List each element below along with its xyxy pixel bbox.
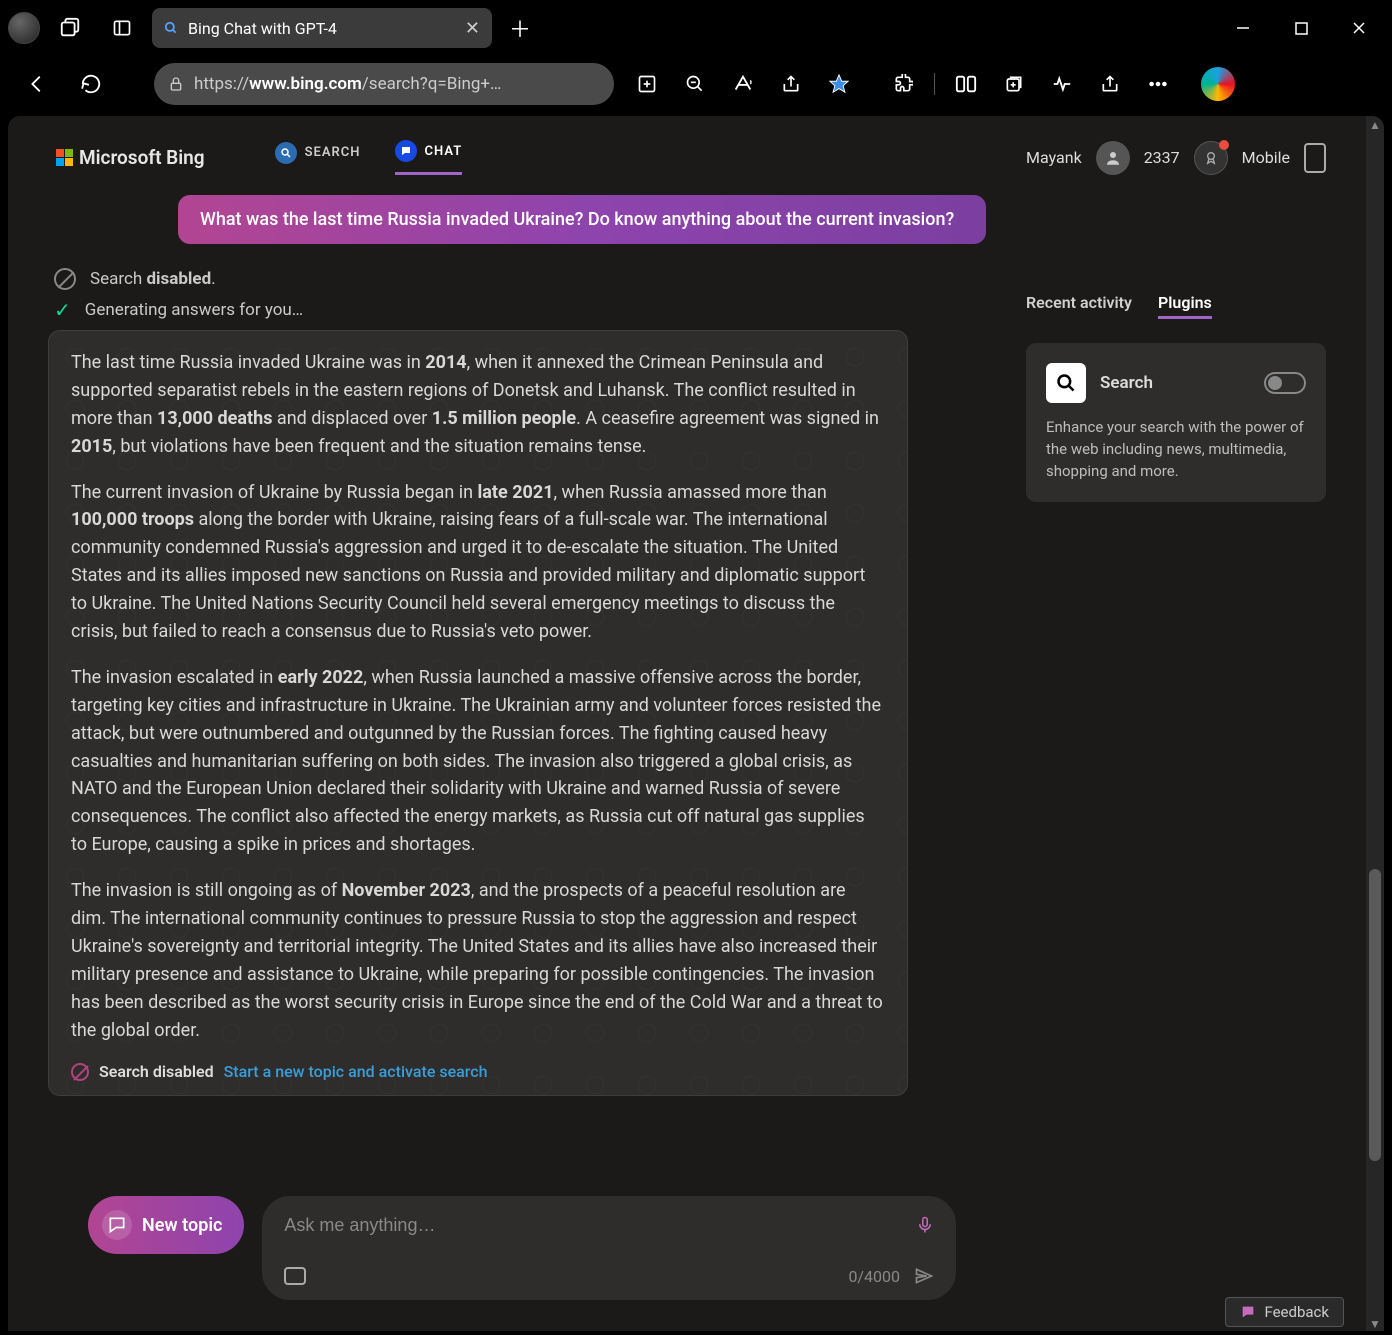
microsoft-logo-icon	[56, 149, 73, 166]
new-topic-button[interactable]: New topic	[88, 1196, 244, 1254]
rewards-badge-icon[interactable]	[1194, 141, 1228, 175]
scroll-down-icon[interactable]: ▼	[1369, 1317, 1381, 1329]
answer-paragraph: The invasion is still ongoing as of Nove…	[71, 877, 885, 1044]
plugin-search-icon	[1046, 363, 1086, 403]
ask-input[interactable]	[284, 1215, 916, 1236]
search-tab-icon	[275, 142, 297, 164]
status-generating: ✓ Generating answers for you…	[54, 298, 996, 322]
side-tab-recent[interactable]: Recent activity	[1026, 293, 1132, 319]
close-window-button[interactable]	[1334, 8, 1384, 48]
share-2-icon[interactable]	[1089, 63, 1131, 105]
extensions-icon[interactable]	[882, 63, 924, 105]
tab-chat[interactable]: CHAT	[395, 140, 463, 175]
vertical-tabs-icon[interactable]	[100, 6, 144, 50]
address-bar[interactable]: https://www.bing.com/search?q=Bing+…	[154, 63, 614, 105]
lock-icon	[168, 76, 184, 92]
plugin-description: Enhance your search with the power of th…	[1046, 417, 1306, 482]
answer-card: The last time Russia invaded Ukraine was…	[48, 330, 908, 1096]
read-aloud-icon[interactable]	[722, 63, 764, 105]
tab-close-icon[interactable]: ✕	[465, 18, 480, 39]
new-tab-button[interactable]: ＋	[500, 12, 540, 44]
tab-search[interactable]: SEARCH	[275, 140, 361, 175]
plugin-title: Search	[1100, 373, 1250, 393]
microphone-icon[interactable]	[916, 1214, 934, 1236]
new-topic-icon	[102, 1210, 132, 1240]
vertical-scrollbar[interactable]: ▲ ▼	[1366, 116, 1384, 1331]
favorite-star-icon[interactable]	[818, 63, 860, 105]
answer-paragraph: The current invasion of Ukraine by Russi…	[71, 479, 885, 646]
rewards-points[interactable]: 2337	[1144, 148, 1180, 167]
answer-paragraph: The last time Russia invaded Ukraine was…	[71, 349, 885, 461]
search-disabled-icon	[71, 1063, 89, 1081]
performance-icon[interactable]	[1041, 63, 1083, 105]
browser-tab[interactable]: Bing Chat with GPT-4 ✕	[152, 8, 492, 48]
url-text: https://www.bing.com/search?q=Bing+…	[194, 74, 501, 94]
share-icon[interactable]	[770, 63, 812, 105]
profile-avatar[interactable]	[8, 12, 40, 44]
collections-icon[interactable]	[993, 63, 1035, 105]
disabled-icon	[54, 268, 76, 290]
user-name[interactable]: Mayank	[1026, 148, 1082, 167]
copilot-icon[interactable]	[1201, 67, 1235, 101]
plugin-card-search: Search Enhance your search with the powe…	[1026, 343, 1326, 502]
chat-tab-icon	[395, 140, 417, 162]
search-disabled-label: Search disabled	[99, 1062, 214, 1081]
start-new-topic-link[interactable]: Start a new topic and activate search	[224, 1062, 488, 1081]
scroll-thumb[interactable]	[1369, 869, 1381, 1161]
bing-logo[interactable]: Microsoft Bing	[56, 146, 205, 169]
maximize-button[interactable]	[1276, 8, 1326, 48]
tab-title: Bing Chat with GPT-4	[188, 19, 455, 38]
user-message-bubble: What was the last time Russia invaded Uk…	[178, 195, 986, 244]
minimize-button[interactable]	[1218, 8, 1268, 48]
tab-favicon-icon	[164, 21, 178, 35]
feedback-button[interactable]: Feedback	[1225, 1297, 1344, 1327]
plugin-toggle[interactable]	[1264, 372, 1306, 394]
check-icon: ✓	[54, 298, 71, 322]
mobile-label[interactable]: Mobile	[1242, 148, 1290, 167]
answer-paragraph: The invasion escalated in early 2022, wh…	[71, 664, 885, 859]
status-search-disabled: Search disabled.	[54, 268, 996, 290]
phone-icon[interactable]	[1304, 143, 1326, 173]
back-button[interactable]	[16, 63, 58, 105]
char-counter: 0/4000	[848, 1267, 900, 1286]
more-icon[interactable]	[1137, 63, 1179, 105]
split-screen-icon[interactable]	[945, 63, 987, 105]
chat-input-box[interactable]: 0/4000	[262, 1196, 956, 1300]
user-avatar-icon[interactable]	[1096, 141, 1130, 175]
refresh-button[interactable]	[70, 63, 112, 105]
send-icon[interactable]	[914, 1266, 934, 1286]
zoom-out-icon[interactable]	[674, 63, 716, 105]
feedback-icon	[1240, 1304, 1256, 1320]
scroll-up-icon[interactable]: ▲	[1369, 118, 1381, 130]
side-tab-plugins[interactable]: Plugins	[1158, 293, 1212, 319]
add-page-icon[interactable]	[626, 63, 668, 105]
workspaces-icon[interactable]	[48, 6, 92, 50]
image-upload-icon[interactable]	[284, 1267, 306, 1285]
